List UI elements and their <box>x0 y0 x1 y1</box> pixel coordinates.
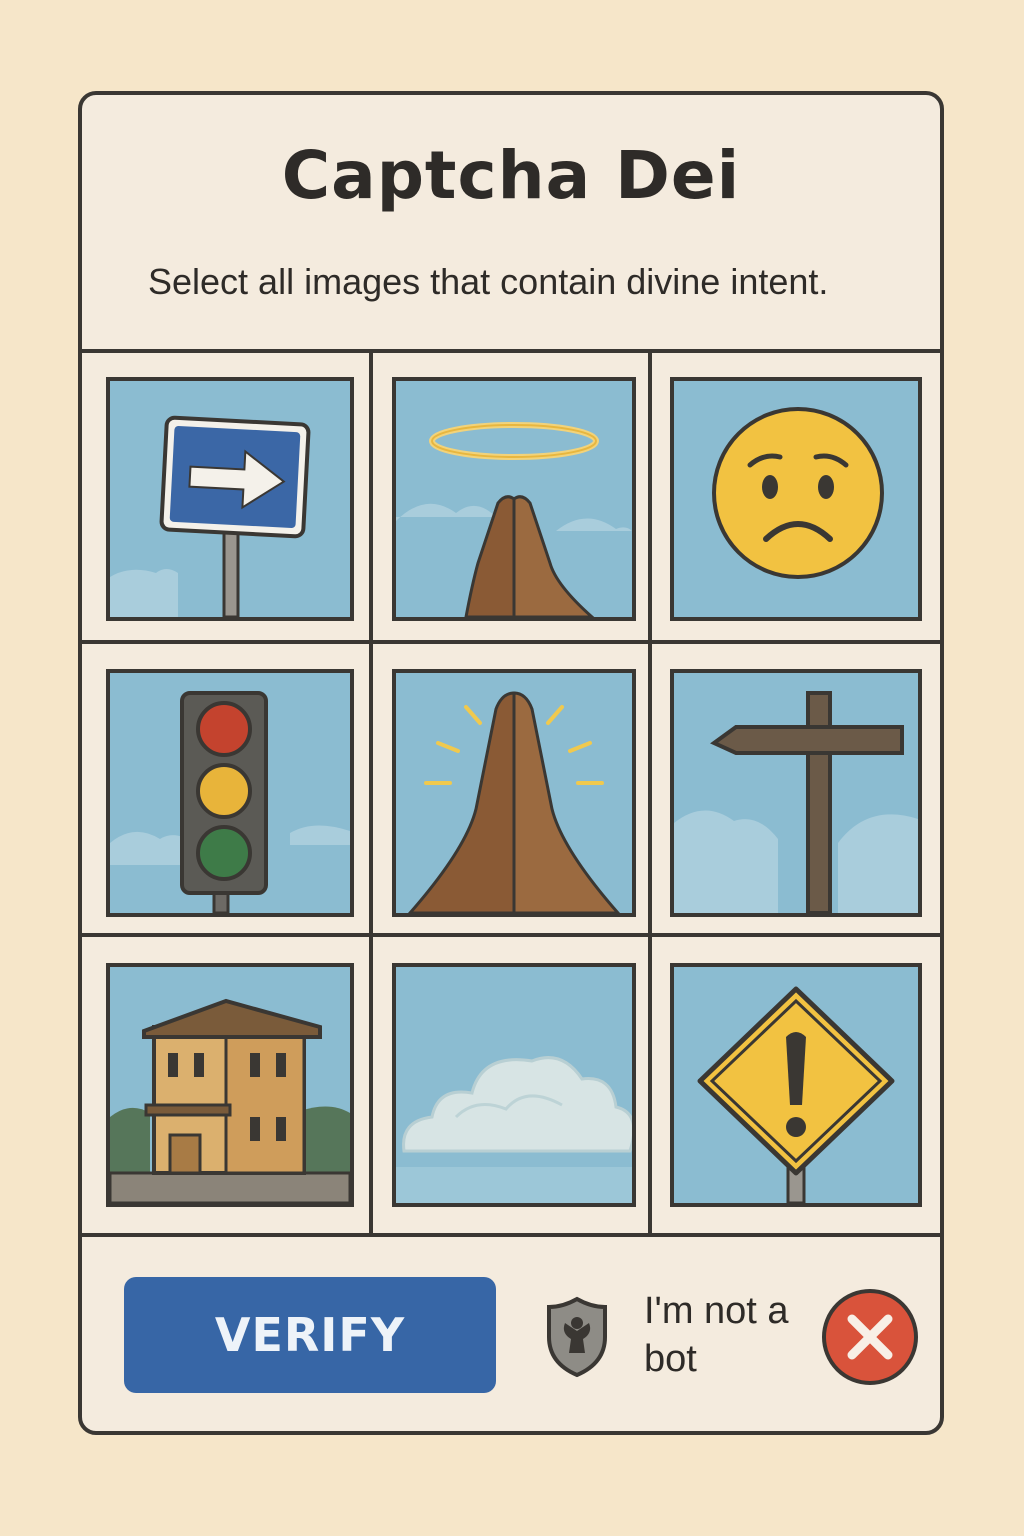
grid-tile-building[interactable] <box>106 963 354 1207</box>
glowing-praying-hands-icon <box>408 691 620 913</box>
grid-tile-glowing-hands[interactable] <box>392 669 636 917</box>
warning-sign-icon <box>697 986 895 1203</box>
grid-divider <box>648 353 652 1233</box>
traffic-light-icon <box>110 691 350 913</box>
signpost-cross-icon <box>674 691 918 913</box>
grid-divider <box>369 353 373 1233</box>
not-a-bot-label: I'm not a bot <box>644 1290 789 1380</box>
grid-divider <box>82 640 940 644</box>
halo-praying-hands-icon <box>396 422 632 617</box>
grid-tile-halo-hands[interactable] <box>392 377 636 621</box>
grid-tile-worried-face[interactable] <box>670 377 922 621</box>
grid-tile-warning-sign[interactable] <box>670 963 922 1207</box>
captcha-title: Captcha Dei <box>281 137 741 214</box>
image-grid <box>82 349 940 1237</box>
grid-tile-traffic-light[interactable] <box>106 669 354 917</box>
close-x-icon[interactable] <box>820 1287 920 1387</box>
grid-tile-signpost-cross[interactable] <box>670 669 922 917</box>
grid-divider <box>82 933 940 937</box>
captcha-card: Captcha Dei Select all images that conta… <box>78 91 944 1435</box>
building-icon <box>110 998 350 1203</box>
angel-shield-icon <box>547 1296 607 1378</box>
direction-sign-icon <box>110 415 311 617</box>
worried-face-icon <box>712 407 884 579</box>
verify-button[interactable]: VERIFY <box>124 1277 496 1393</box>
captcha-footer: VERIFY I'm not a bot <box>82 1237 940 1431</box>
grid-tile-direction-sign[interactable] <box>106 377 354 621</box>
captcha-header: Captcha Dei Select all images that conta… <box>82 95 940 349</box>
cloud-icon <box>396 1056 632 1203</box>
captcha-instruction: Select all images that contain divine in… <box>148 261 829 302</box>
grid-tile-cloud[interactable] <box>392 963 636 1207</box>
